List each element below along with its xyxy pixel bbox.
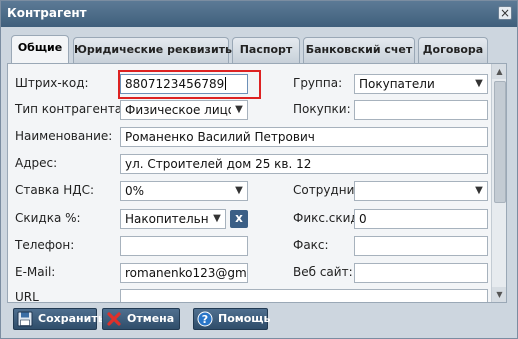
contractor-type-select[interactable]: Физическое лицо ▼: [120, 100, 248, 120]
website-label: Веб сайт:: [293, 265, 353, 279]
floppy-disk-icon: [17, 311, 33, 327]
tab-passport[interactable]: Паспорт: [232, 37, 300, 63]
discount-select[interactable]: Накопительная ▼: [120, 209, 226, 229]
barcode-label: Штрих-код:: [15, 76, 89, 90]
cancel-button[interactable]: Отмена: [102, 308, 180, 330]
tab-bar: Общие Юридические реквизиты Паспорт Банк…: [5, 35, 513, 64]
phone-input[interactable]: [120, 236, 248, 256]
address-label: Адрес:: [15, 156, 58, 170]
chevron-down-icon: ▼: [471, 75, 487, 93]
vat-select[interactable]: 0% ▼: [120, 181, 248, 201]
name-input[interactable]: Романенко Василий Петрович: [120, 127, 488, 147]
tab-legal-details[interactable]: Юридические реквизиты: [73, 37, 235, 63]
fixed-discount-input[interactable]: 0: [354, 209, 488, 229]
url-input[interactable]: [120, 289, 488, 302]
window-title: Контрагент: [7, 6, 87, 20]
url-label: URL: [15, 290, 39, 303]
website-input[interactable]: [354, 263, 488, 283]
email-input[interactable]: romanenko123@gmail: [120, 263, 248, 283]
close-icon: ×: [499, 6, 511, 20]
help-button[interactable]: ? Помощь: [193, 308, 271, 330]
red-x-icon: [107, 312, 121, 326]
chevron-down-icon: ▼: [471, 182, 487, 200]
contractor-type-label: Тип контрагента:: [15, 102, 127, 116]
group-label: Группа:: [293, 76, 343, 90]
chevron-down-icon: ▼: [209, 210, 225, 228]
help-label: Помощь: [218, 312, 271, 325]
tab-bank-account[interactable]: Банковский счет: [303, 37, 415, 63]
fax-input[interactable]: [354, 236, 488, 256]
title-bar[interactable]: Контрагент ×: [1, 1, 517, 27]
group-select[interactable]: Покупатели ▼: [354, 74, 488, 94]
save-label: Сохранить: [38, 312, 105, 325]
vat-label: Ставка НДС:: [15, 183, 95, 197]
save-button[interactable]: Сохранить: [13, 308, 105, 330]
email-label: E-Mail:: [15, 265, 56, 279]
svg-text:?: ?: [202, 313, 208, 326]
dialog-footer: Сохранить Отмена ? Помощь: [1, 304, 517, 338]
purchases-label: Покупки:: [293, 102, 351, 116]
chevron-down-icon: ▼: [231, 101, 247, 119]
fax-label: Факс:: [293, 238, 329, 252]
general-panel: Штрих-код: 8807123456789 Группа: Покупат…: [7, 63, 507, 303]
address-input[interactable]: ул. Строителей дом 25 кв. 12: [120, 154, 488, 174]
vertical-scrollbar[interactable]: ▲ ▼: [491, 64, 506, 302]
scrollbar-thumb[interactable]: [494, 81, 506, 203]
name-label: Наименование:: [15, 129, 113, 143]
employee-select[interactable]: ▼: [354, 181, 488, 201]
discount-label: Скидка %:: [15, 211, 81, 225]
scroll-up-icon[interactable]: ▲: [492, 64, 506, 79]
contractor-dialog: Контрагент × Общие Юридические реквизиты…: [0, 0, 518, 339]
help-icon: ?: [197, 311, 213, 327]
cancel-label: Отмена: [127, 312, 175, 325]
scroll-down-icon[interactable]: ▼: [492, 287, 506, 302]
tab-contracts[interactable]: Договора: [418, 37, 488, 63]
purchases-input[interactable]: [354, 100, 488, 120]
highlight-box: [118, 70, 261, 99]
phone-label: Телефон:: [15, 238, 75, 252]
tab-general[interactable]: Общие: [11, 35, 69, 64]
chevron-down-icon: ▼: [231, 182, 247, 200]
clear-discount-button[interactable]: x: [230, 210, 248, 228]
close-button[interactable]: ×: [498, 6, 512, 20]
